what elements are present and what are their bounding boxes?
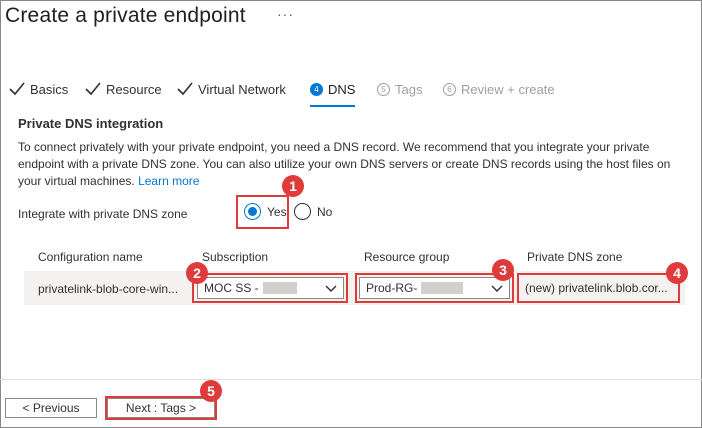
tab-label: DNS (328, 81, 356, 97)
check-icon (9, 82, 25, 96)
tab-basics[interactable]: Basics (9, 77, 68, 101)
tab-dns[interactable]: 4 DNS (310, 77, 356, 107)
tab-resource[interactable]: Resource (85, 77, 162, 101)
column-header-resource-group: Resource group (364, 250, 450, 264)
footer-divider (0, 379, 702, 380)
previous-button[interactable]: < Previous (5, 398, 97, 418)
tab-label: Tags (395, 81, 423, 97)
callout-box-4 (517, 273, 680, 303)
description-text: To connect privately with your private e… (18, 140, 671, 188)
callout-badge-1: 1 (282, 175, 304, 197)
page-title: Create a private endpoint (5, 4, 246, 27)
tab-label: Review + create (461, 81, 555, 97)
tab-review-create: 6 Review + create (443, 77, 555, 101)
tab-label: Resource (106, 81, 162, 97)
check-icon (85, 82, 101, 96)
section-title: Private DNS integration (18, 116, 164, 131)
check-icon (177, 82, 193, 96)
callout-badge-4: 4 (666, 262, 688, 284)
callout-box-2 (192, 273, 348, 303)
more-options-button[interactable]: ··· (277, 6, 294, 22)
callout-badge-3: 3 (492, 259, 514, 281)
callout-box-5 (105, 396, 217, 420)
integrate-dns-label: Integrate with private DNS zone (18, 207, 188, 221)
section-description: To connect privately with your private e… (18, 139, 693, 190)
column-header-subscription: Subscription (202, 250, 269, 264)
step-number: 6 (443, 82, 456, 96)
tab-tags: 5 Tags (377, 77, 422, 101)
radio-label: No (317, 204, 333, 219)
radio-no[interactable]: No (294, 203, 332, 220)
callout-badge-2: 2 (186, 262, 208, 284)
step-number: 4 (310, 82, 323, 96)
callout-badge-5: 5 (200, 380, 222, 402)
active-tab-indicator (310, 105, 356, 107)
column-header-private-dns-zone: Private DNS zone (527, 250, 623, 264)
tab-virtual-network[interactable]: Virtual Network (177, 77, 286, 101)
callout-box-1 (236, 195, 289, 229)
column-header-configuration-name: Configuration name (38, 250, 143, 264)
tab-label: Basics (30, 81, 69, 97)
learn-more-link[interactable]: Learn more (138, 174, 199, 188)
configuration-name-cell: privatelink-blob-core-win... (38, 282, 179, 296)
tab-label: Virtual Network (198, 81, 286, 97)
step-number: 5 (377, 82, 390, 96)
callout-box-3 (355, 273, 514, 303)
radio-circle (294, 203, 311, 220)
